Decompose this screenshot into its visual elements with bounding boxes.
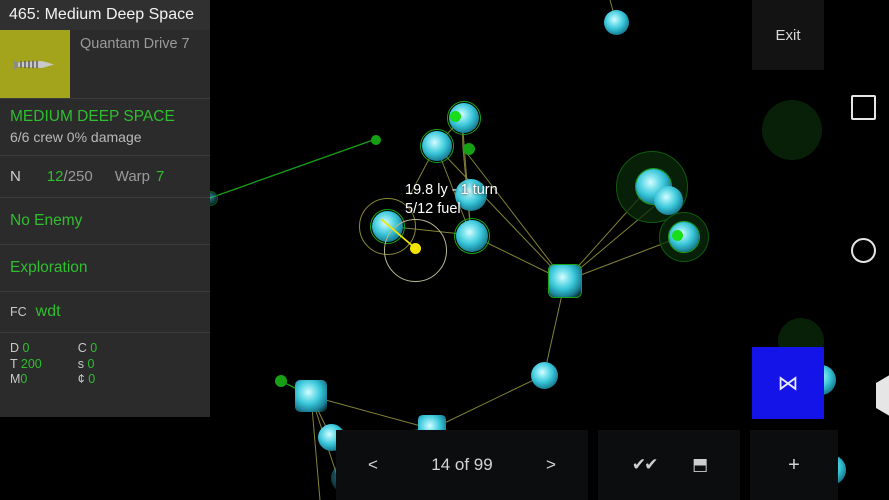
- star-node[interactable]: [531, 362, 558, 389]
- page-indicator: 14 of 99: [431, 455, 493, 474]
- stat-key: C: [77, 341, 87, 355]
- enemy-label: No Enemy: [10, 212, 83, 229]
- stat-value: 0: [90, 341, 98, 355]
- warp-value: 7: [156, 168, 165, 185]
- circle-icon[interactable]: [851, 238, 876, 263]
- plus-button[interactable]: +: [788, 454, 800, 477]
- exit-button-label: Exit: [775, 26, 801, 44]
- stat-row: T 200: [10, 357, 42, 372]
- actions-panel: ✔✔ ⬒: [598, 430, 740, 500]
- exit-button[interactable]: Exit: [752, 0, 824, 70]
- fleet-commander-section[interactable]: FC wdt: [0, 292, 210, 332]
- nav-max: /250: [63, 168, 93, 185]
- mission-section[interactable]: Exploration: [0, 245, 210, 291]
- stat-row: s 0: [78, 357, 97, 372]
- stat-value: 0: [20, 372, 28, 386]
- star-nebula-halo: [762, 100, 822, 160]
- stat-row: M0: [10, 372, 42, 387]
- route-info-hud: 19.8 ly - 1 turn 5/12 fuel: [405, 181, 498, 219]
- ship-thumbnail[interactable]: [0, 30, 70, 98]
- fc-value: wdt: [35, 303, 61, 320]
- triangle-back-icon[interactable]: [851, 370, 889, 421]
- stat-key: M: [10, 372, 21, 386]
- ship-name: Quantam Drive 7: [80, 36, 190, 52]
- star-colony-dot: [672, 230, 683, 241]
- stat-value: 0: [88, 372, 96, 386]
- star-outpost-dot: [275, 375, 287, 387]
- ship-summary-row[interactable]: Quantam Drive 7: [0, 30, 210, 98]
- stat-value: 0: [87, 356, 95, 371]
- star-node[interactable]: [654, 186, 683, 215]
- resource-stats: D 0 T 200 M0 C 0 s 0 ¢ 0: [0, 333, 210, 397]
- ship-class-label: MEDIUM DEEP SPACE: [10, 108, 175, 125]
- fc-key: FC: [10, 305, 27, 319]
- stat-key: ¢: [77, 372, 85, 386]
- double-check-icon[interactable]: ✔✔: [632, 455, 658, 475]
- prev-page-button[interactable]: <: [368, 455, 378, 475]
- star-node[interactable]: [549, 265, 581, 297]
- stat-key: T: [10, 356, 18, 371]
- rocket-icon: [13, 60, 54, 70]
- route-fuel-line: 5/12 fuel: [405, 201, 461, 217]
- stats-column-right: C 0 s 0 ¢ 0: [78, 341, 97, 387]
- window-titlebar: 465: Medium Deep Space: [0, 0, 210, 30]
- stats-column-left: D 0 T 200 M0: [10, 341, 42, 387]
- android-navbar: [838, 0, 889, 500]
- nav-value: 12: [46, 168, 64, 185]
- navigation-section: N 12 /250 Warp 7: [0, 156, 210, 197]
- star-node[interactable]: [295, 380, 327, 412]
- stat-row: C 0: [78, 341, 97, 356]
- stat-row: D 0: [10, 341, 42, 356]
- ship-info-sidebar: 465: Medium Deep Space Quantam Drive 7 M…: [0, 0, 210, 417]
- bowtie-icon: ⋈: [777, 371, 799, 395]
- square-icon[interactable]: [851, 95, 876, 120]
- nav-key: N: [10, 168, 21, 185]
- page-title: 465: Medium Deep Space: [9, 6, 194, 23]
- stat-key: D: [10, 341, 20, 355]
- split-view-icon[interactable]: ⬒: [692, 455, 708, 475]
- route-distance-line: 19.8 ly - 1 turn: [405, 182, 498, 198]
- ship-status-label: 6/6 crew 0% damage: [10, 129, 142, 145]
- pager-panel: < 14 of 99 >: [336, 430, 588, 500]
- stat-value: 0: [22, 341, 30, 355]
- warp-label: Warp: [114, 168, 151, 185]
- mission-label: Exploration: [10, 259, 88, 276]
- stat-row: ¢ 0: [78, 372, 97, 387]
- enemy-section[interactable]: No Enemy: [0, 198, 210, 244]
- stat-key: s: [77, 356, 85, 371]
- ship-class-section: MEDIUM DEEP SPACE 6/6 crew 0% damage: [0, 99, 210, 155]
- add-panel: +: [750, 430, 838, 500]
- stat-value: 200: [20, 356, 42, 371]
- app-root: 19.8 ly - 1 turn 5/12 fuel 465: Medium De…: [0, 0, 889, 500]
- end-turn-button[interactable]: ⋈: [752, 347, 824, 419]
- star-outpost-dot: [371, 135, 381, 145]
- next-page-button[interactable]: >: [546, 455, 556, 475]
